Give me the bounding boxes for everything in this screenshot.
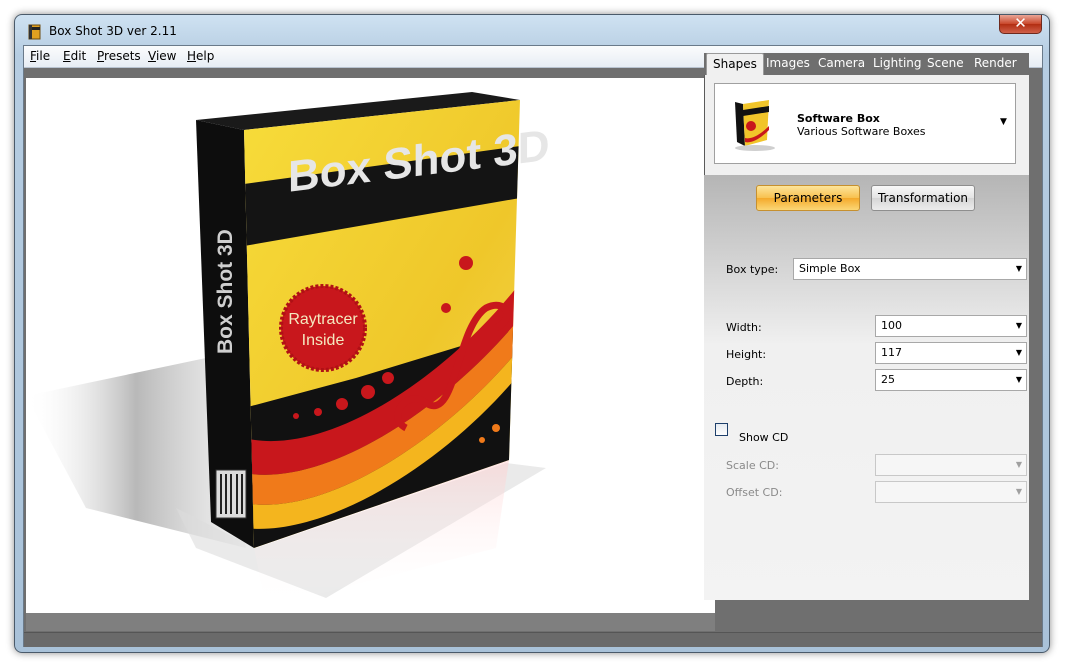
width-combo[interactable]: 100 ▼ [875, 315, 1027, 337]
scale-cd-label: Scale CD: [726, 459, 779, 472]
chevron-down-icon: ▼ [1015, 460, 1022, 469]
offset-cd-combo[interactable]: ▼ [875, 481, 1027, 503]
menu-presets[interactable]: Presets [97, 49, 141, 63]
parameters-button[interactable]: Parameters [756, 185, 860, 211]
chevron-down-icon[interactable]: ▼ [1000, 117, 1007, 127]
viewport-scroll-area [26, 613, 715, 631]
show-cd-label: Show CD [739, 431, 789, 444]
tab-lighting[interactable]: Lighting [869, 53, 926, 75]
shape-subtitle: Various Software Boxes [797, 125, 926, 138]
menu-file[interactable]: File [30, 49, 50, 63]
menu-view[interactable]: View [148, 49, 176, 63]
shape-thumbnail [735, 100, 775, 151]
box-type-select[interactable]: Simple Box ▼ [793, 258, 1027, 280]
width-label: Width: [726, 321, 762, 334]
height-combo[interactable]: 117 ▼ [875, 342, 1027, 364]
height-value: 117 [881, 346, 902, 359]
app-window: Box Shot 3D ver 2.11 ✕ File Edit Presets… [14, 14, 1050, 653]
box-render: Box Shot 3D Box Shot 3D Raytracer Inside [26, 92, 550, 608]
tab-scene[interactable]: Scene [923, 53, 968, 75]
badge-line2: Inside [302, 332, 345, 349]
chevron-down-icon: ▼ [1015, 321, 1022, 330]
close-button[interactable]: ✕ [999, 15, 1042, 34]
show-cd-checkbox[interactable] [715, 423, 728, 436]
shape-selector[interactable]: Software Box Various Software Boxes ▼ [714, 83, 1016, 164]
title-bar[interactable]: Box Shot 3D ver 2.11 ✕ [15, 15, 1049, 47]
tab-shapes[interactable]: Shapes [706, 53, 764, 76]
spine-title: Box Shot 3D [214, 229, 237, 354]
depth-label: Depth: [726, 375, 764, 388]
chevron-down-icon: ▼ [1015, 264, 1022, 273]
width-value: 100 [881, 319, 902, 332]
depth-value: 25 [881, 373, 895, 386]
height-label: Height: [726, 348, 767, 361]
depth-combo[interactable]: 25 ▼ [875, 369, 1027, 391]
tab-render[interactable]: Render [970, 53, 1021, 75]
status-bar [24, 632, 1042, 647]
chevron-down-icon: ▼ [1015, 348, 1022, 357]
render-viewport[interactable]: Box Shot 3D Box Shot 3D Raytracer Inside [26, 78, 715, 613]
box-type-value: Simple Box [799, 262, 861, 275]
app-icon [28, 24, 41, 40]
window-title: Box Shot 3D ver 2.11 [49, 24, 177, 38]
tab-camera[interactable]: Camera [814, 53, 869, 75]
scale-cd-combo[interactable]: ▼ [875, 454, 1027, 476]
transformation-button[interactable]: Transformation [871, 185, 975, 211]
offset-cd-label: Offset CD: [726, 486, 783, 499]
menu-help[interactable]: Help [187, 49, 214, 63]
tab-strip: Shapes Images Camera Lighting Scene Rend… [704, 53, 1029, 76]
badge-line1: Raytracer [288, 311, 358, 328]
menu-edit[interactable]: Edit [63, 49, 86, 63]
chevron-down-icon: ▼ [1015, 487, 1022, 496]
shape-title: Software Box [797, 112, 880, 125]
tab-images[interactable]: Images [762, 53, 814, 75]
badge-seal [279, 284, 367, 372]
chevron-down-icon: ▼ [1015, 375, 1022, 384]
box-type-label: Box type: [726, 263, 779, 276]
